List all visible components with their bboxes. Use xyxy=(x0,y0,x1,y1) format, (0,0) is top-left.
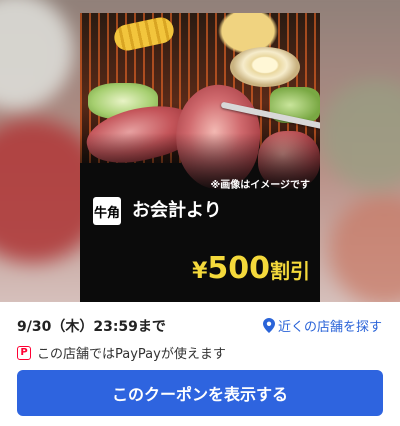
currency-symbol: ¥ xyxy=(192,259,208,284)
paypay-notice: P この店舗ではPayPayが使えます xyxy=(17,343,226,362)
coupon-banner: ※画像はイメージです 牛角 お会計より ¥500割引 xyxy=(0,0,400,302)
discount-amount: ¥500割引 xyxy=(192,251,310,291)
discount-suffix: 割引 xyxy=(270,259,310,283)
location-pin-icon xyxy=(262,318,275,333)
paypay-text: この店舗ではPayPayが使えます xyxy=(37,347,226,362)
discount-value: 500 xyxy=(207,251,270,286)
find-nearby-link[interactable]: 近くの店舗を探す xyxy=(262,316,382,335)
onion-food xyxy=(230,47,300,87)
show-coupon-button[interactable]: このクーポンを表示する xyxy=(17,370,383,416)
find-nearby-label: 近くの店舗を探す xyxy=(277,320,382,335)
coupon-headline: お会計より xyxy=(132,200,222,221)
coupon-image: ※画像はイメージです 牛角 お会計より ¥500割引 xyxy=(80,13,320,302)
expiry-date: 9/30（木）23:59まで xyxy=(17,319,166,335)
paypay-icon: P xyxy=(17,345,31,360)
image-disclaimer: ※画像はイメージです xyxy=(210,180,310,191)
brand-logo: 牛角 xyxy=(93,197,121,225)
